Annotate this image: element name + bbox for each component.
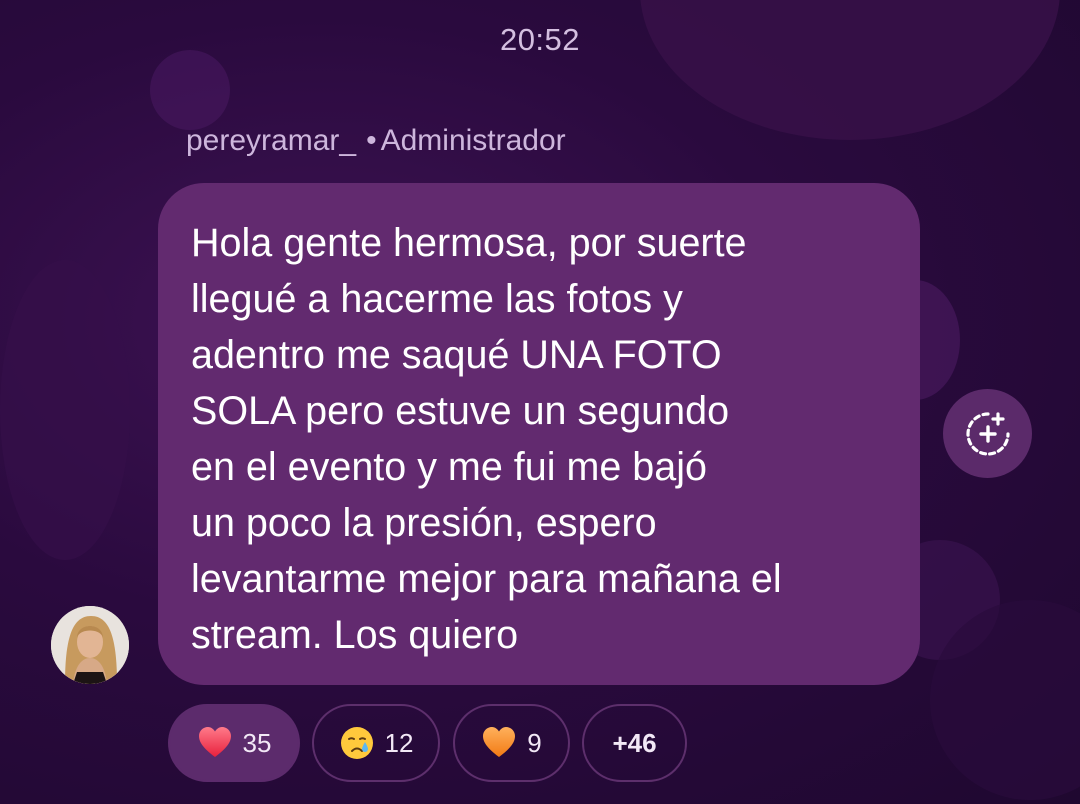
avatar-photo	[51, 606, 129, 684]
reaction-orange-heart[interactable]: 9	[453, 704, 570, 782]
background-heart-decoration	[0, 260, 130, 560]
sender-name[interactable]: pereyramar_	[186, 124, 356, 157]
add-reaction-icon	[965, 411, 1010, 456]
orange-heart-icon	[483, 727, 516, 757]
background-heart-decoration	[930, 600, 1080, 800]
reaction-count: 12	[384, 727, 414, 758]
message-bubble[interactable]: Hola gente hermosa, por suerte llegué a …	[158, 183, 920, 685]
avatar[interactable]	[51, 606, 129, 684]
message-text-line: stream. Los quiero	[191, 613, 519, 657]
message-timestamp: 20:52	[499, 22, 581, 57]
message-text-line: Hola gente hermosa, por suerte	[191, 221, 747, 265]
background-heart-decoration	[640, 0, 1060, 140]
sender-separator: •	[366, 124, 377, 157]
background-heart-decoration	[150, 50, 230, 130]
message-text-line: llegué a hacerme las fotos y	[191, 277, 683, 321]
message-text-line: en el evento y me fui me bajó	[191, 445, 707, 489]
crying-face-icon	[340, 727, 373, 759]
more-reactions-button[interactable]: +46	[582, 704, 687, 782]
sender-info: pereyramar_ • Administrador	[186, 124, 566, 158]
reaction-count: 35	[242, 727, 272, 758]
message-text-line: adentro me saqué UNA FOTO	[191, 333, 722, 377]
message-text-line: un poco la presión, espero	[191, 501, 657, 545]
message-text-line: levantarme mejor para mañana el	[191, 557, 782, 601]
reaction-red-heart[interactable]: 35	[168, 704, 300, 782]
more-reactions-count: +46	[612, 727, 657, 758]
reaction-crying-face[interactable]: 12	[312, 704, 440, 782]
add-reaction-button[interactable]	[943, 389, 1032, 478]
sender-role: Administrador	[380, 124, 566, 157]
reaction-count: 9	[527, 727, 542, 758]
red-heart-icon	[198, 727, 231, 757]
message-text-line: SOLA pero estuve un segundo	[191, 389, 730, 433]
